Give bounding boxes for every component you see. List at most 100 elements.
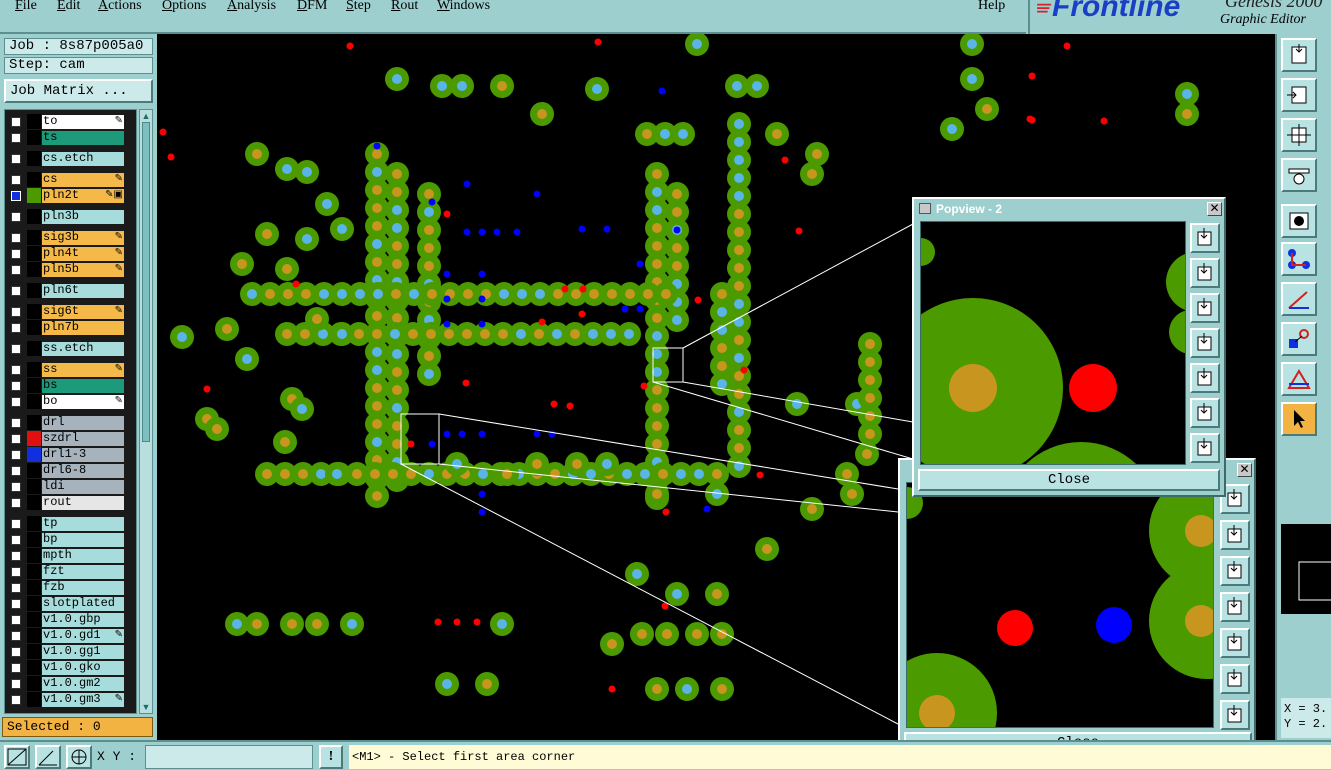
pan-icon[interactable] [1281,78,1317,112]
layer-checkbox[interactable] [11,482,21,492]
layer-color-swatch[interactable] [27,246,41,261]
center-icon[interactable] [1190,433,1220,463]
zoom-window-icon[interactable] [1281,38,1317,72]
zoom-fit-icon[interactable] [1190,293,1220,323]
layer-checkbox[interactable] [11,117,21,127]
layer-name[interactable]: pln3b [42,210,124,224]
layer-color-swatch[interactable] [27,341,41,356]
triangle-icon[interactable] [1281,362,1317,396]
layer-name[interactable]: slotplated [42,597,124,611]
menu-rout[interactable]: Rout [391,0,418,14]
layer-color-swatch[interactable] [27,394,41,409]
layer-checkbox[interactable] [11,323,21,333]
layer-name[interactable]: bp [42,533,124,547]
layer-row-bs[interactable]: bs [5,378,136,394]
layer-checkbox[interactable] [11,154,21,164]
snap-icon[interactable] [1281,322,1317,356]
layer-row-v1-0-gm2[interactable]: v1.0.gm2 [5,676,136,692]
layer-color-swatch[interactable] [27,415,41,430]
layer-checkbox[interactable] [11,615,21,625]
layer-color-swatch[interactable] [27,463,41,478]
layer-row-drl6-8[interactable]: drl6-8 [5,463,136,479]
layer-row-rout[interactable]: rout [5,495,136,511]
layer-color-swatch[interactable] [27,188,41,203]
layer-row-pln5b[interactable]: pln5b ✎ [5,262,136,278]
layer-row-ss-etch[interactable]: ss.etch [5,341,136,357]
job-matrix-button[interactable]: Job Matrix ... [4,79,153,103]
layer-row-v1-0-gbp[interactable]: v1.0.gbp [5,612,136,628]
pointer-icon[interactable] [1281,402,1317,436]
layer-color-swatch[interactable] [27,660,41,675]
layer-checkbox[interactable] [11,418,21,428]
layer-row-ldi[interactable]: ldi [5,479,136,495]
layer-color-swatch[interactable] [27,230,41,245]
layer-color-swatch[interactable] [27,532,41,547]
alert-button[interactable]: ! [319,745,343,769]
layer-color-swatch[interactable] [27,151,41,166]
layer-row-bo[interactable]: bo ✎ [5,394,136,410]
layer-row-sig3b[interactable]: sig3b ✎ [5,230,136,246]
layer-color-swatch[interactable] [27,283,41,298]
layer-name[interactable]: v1.0.gd1 ✎ [42,629,124,643]
layer-name[interactable]: ldi [42,480,124,494]
layer-name[interactable]: sig6t ✎ [42,305,124,319]
layer-row-mpth[interactable]: mpth [5,548,136,564]
pan-left-icon[interactable] [1190,328,1220,358]
layer-row-drl[interactable]: drl [5,415,136,431]
layer-name[interactable]: tp [42,517,124,531]
layer-checkbox[interactable] [11,535,21,545]
layer-color-swatch[interactable] [27,209,41,224]
layer-row-tp[interactable]: tp [5,516,136,532]
layer-color-swatch[interactable] [27,495,41,510]
layer-checkbox[interactable] [11,344,21,354]
layer-row-ts[interactable]: ts [5,130,136,146]
layer-row-pln7b[interactable]: pln7b [5,320,136,336]
fit-all-icon[interactable] [1220,664,1250,694]
layer-row-v1-0-gm3[interactable]: v1.0.gm3 ✎ [5,692,136,708]
layer-checkbox[interactable] [11,663,21,673]
layer-color-swatch[interactable] [27,378,41,393]
layer-color-swatch[interactable] [27,564,41,579]
scroll-down-icon[interactable]: ▼ [141,702,151,712]
select-icon[interactable] [1281,204,1317,238]
layer-row-v1-0-gd1[interactable]: v1.0.gd1 ✎ [5,628,136,644]
layer-name[interactable]: ss ✎ [42,363,124,377]
layer-name[interactable]: to ✎ [42,115,124,129]
menu-edit[interactable]: Edit [57,0,80,14]
menu-analysis[interactable]: Analysis [227,0,276,14]
layer-row-fzb[interactable]: fzb [5,580,136,596]
layer-row-v1-0-gko[interactable]: v1.0.gko [5,660,136,676]
layer-name[interactable]: drl6-8 [42,464,124,478]
layer-name[interactable]: v1.0.gbp [42,613,124,627]
menu-file[interactable]: File [15,0,37,14]
layer-checkbox[interactable] [11,233,21,243]
snap-angle-icon[interactable] [35,745,61,769]
layer-checkbox[interactable] [11,212,21,222]
layer-checkbox[interactable] [11,498,21,508]
zoom-fit-icon[interactable] [1220,556,1250,586]
layer-name[interactable]: pln5b ✎ [42,263,124,277]
layer-checkbox[interactable] [11,695,21,705]
layer-row-ss[interactable]: ss ✎ [5,362,136,378]
layer-row-cs[interactable]: cs ✎ [5,172,136,188]
menu-actions[interactable]: Actions [98,0,142,14]
layer-checkbox[interactable] [11,365,21,375]
layer-checkbox[interactable] [11,679,21,689]
layer-row-v1-0-gg1[interactable]: v1.0.gg1 [5,644,136,660]
layer-checkbox[interactable] [11,249,21,259]
layer-name[interactable]: cs ✎ [42,173,124,187]
zoom-in-icon[interactable] [1190,223,1220,253]
layer-name[interactable]: ss.etch [42,342,124,356]
layer-name[interactable]: ts [42,131,124,145]
menu-options[interactable]: Options [162,0,206,14]
layer-color-swatch[interactable] [27,516,41,531]
layer-name[interactable]: fzt [42,565,124,579]
layer-checkbox[interactable] [11,286,21,296]
layer-list-scrollbar[interactable]: ▲ ▼ [139,109,153,714]
center-icon[interactable] [1220,700,1250,730]
scrollbar-thumb[interactable] [142,122,150,442]
layer-checkbox[interactable] [11,191,21,201]
scroll-up-icon[interactable]: ▲ [141,111,151,121]
layer-checkbox[interactable] [11,397,21,407]
layer-color-swatch[interactable] [27,320,41,335]
